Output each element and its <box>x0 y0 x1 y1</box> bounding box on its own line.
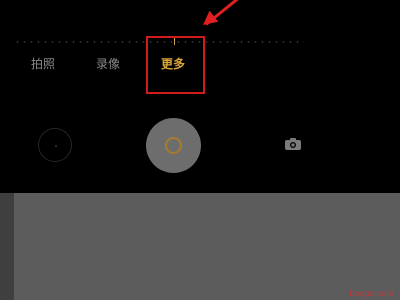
camera-viewfinder: 拍照 录像 更多 <box>0 0 400 193</box>
left-strip <box>0 193 14 300</box>
annotation-highlight-box <box>146 36 205 94</box>
thumbnail-dot <box>55 145 57 147</box>
watermark: baogu.com <box>349 289 394 298</box>
camera-icon[interactable] <box>284 137 302 151</box>
shutter-ring <box>165 137 182 154</box>
mode-tab-video[interactable]: 录像 <box>96 55 120 72</box>
gallery-thumbnail[interactable] <box>38 128 72 162</box>
mode-tab-photo[interactable]: 拍照 <box>31 55 55 72</box>
bottom-panel: baogu.com <box>0 193 400 300</box>
shutter-button[interactable] <box>146 118 201 173</box>
